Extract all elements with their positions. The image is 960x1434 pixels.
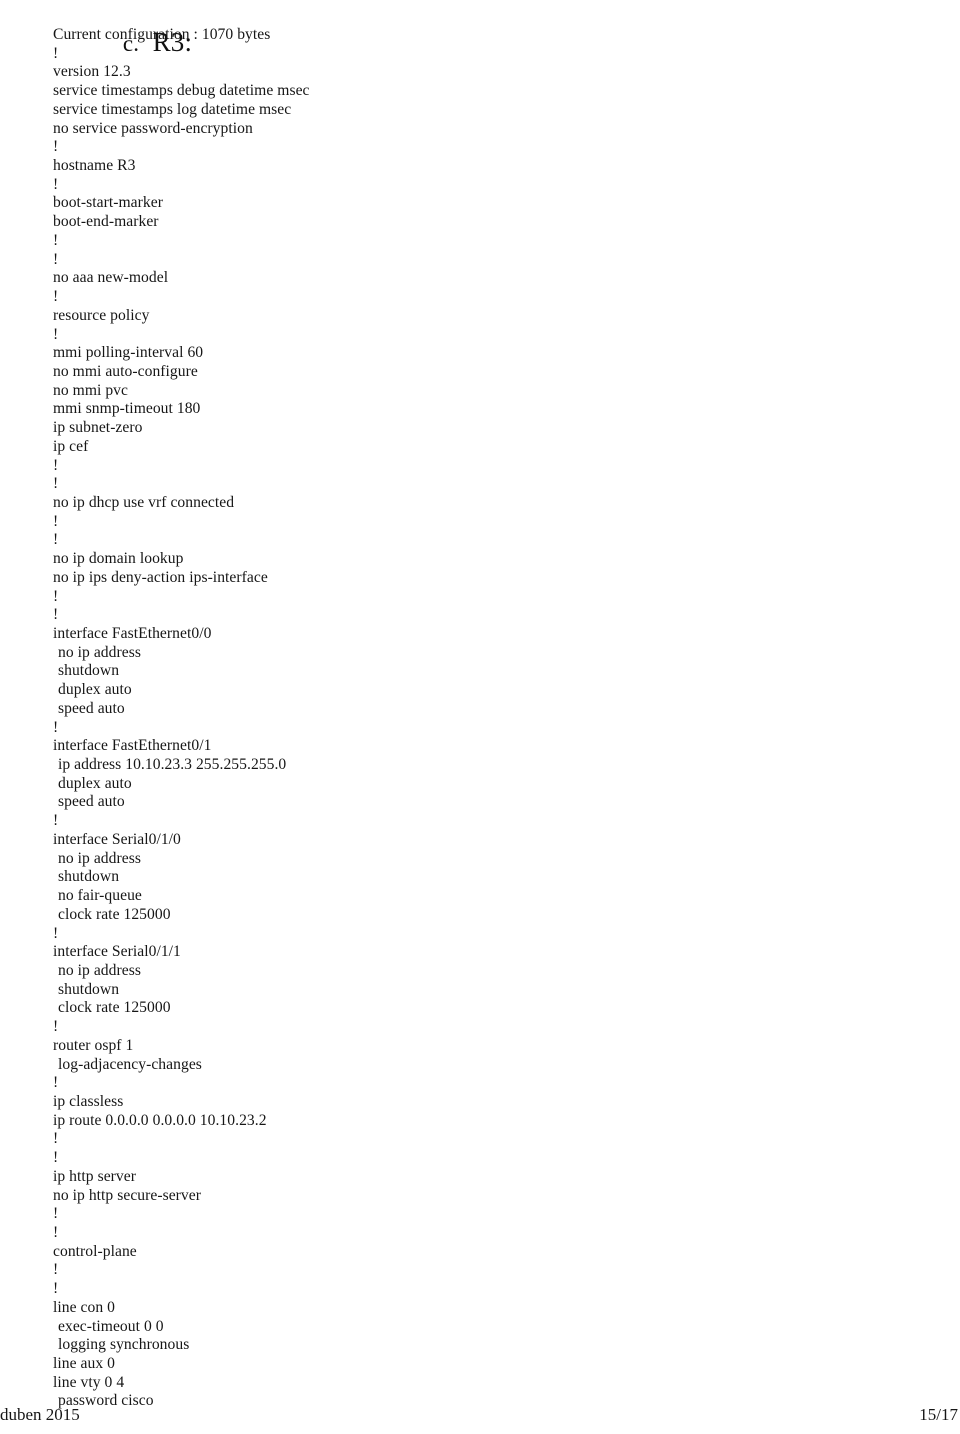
config-line: no ip domain lookup — [53, 550, 184, 568]
config-separator-line: ! — [53, 138, 59, 156]
config-line: interface Serial0/1/0 — [53, 830, 181, 848]
config-separator-line: ! — [53, 1224, 59, 1241]
config-line: line con 0 — [53, 1298, 115, 1316]
config-separator-line: ! — [53, 250, 59, 268]
config-line: router ospf 1 — [53, 1036, 134, 1054]
config-separator-line: ! — [53, 456, 59, 474]
config-line: no service password-encryption — [53, 119, 253, 137]
config-separator-line: ! — [53, 924, 59, 942]
config-line: line vty 0 4 — [53, 1373, 125, 1391]
config-separator-line: ! — [53, 1205, 59, 1223]
config-line: no ip address — [58, 961, 141, 979]
config-line: log-adjacency-changes — [58, 1055, 202, 1073]
config-line: clock rate 125000 — [58, 905, 171, 923]
config-line: interface FastEthernet0/1 — [53, 737, 212, 755]
config-listing: Current configuration : 1070 bytes! versi… — [53, 26, 753, 1411]
config-separator-line: ! — [53, 288, 59, 306]
config-line: no ip dhcp use vrf connected — [53, 493, 235, 511]
config-line: speed auto — [58, 699, 125, 717]
config-line: hostname R3 — [53, 157, 136, 175]
config-line: line aux 0 — [53, 1355, 115, 1373]
config-line: ip http server — [53, 1167, 136, 1185]
config-line: no aaa new-model — [53, 269, 169, 287]
config-line: boot-end-marker — [53, 213, 159, 231]
document-page: c. R3: Current configuration : 1070 byte… — [0, 0, 960, 1434]
config-line: duplex auto — [58, 774, 132, 792]
config-line: no mmi pvc — [53, 381, 128, 399]
config-line: service timestamps log datetime msec — [53, 100, 292, 118]
config-separator-line: ! — [53, 475, 59, 493]
config-separator-line: ! — [53, 44, 59, 62]
config-line: no ip address — [58, 849, 141, 867]
footer-page-number: 15/17 — [919, 1405, 958, 1424]
config-line: mmi polling-interval 60 — [53, 344, 204, 362]
config-separator-line: ! — [53, 1074, 59, 1092]
config-line: Current configuration : 1070 bytes — [53, 26, 271, 43]
config-line: no ip address — [58, 643, 141, 661]
config-line: ip route 0.0.0.0 0.0.0.0 10.10.23.2 — [53, 1111, 267, 1129]
config-separator-line: ! — [53, 1261, 59, 1279]
config-line: no ip http secure-server — [53, 1186, 201, 1204]
config-separator-line: ! — [53, 1130, 59, 1148]
config-separator-line: ! — [53, 1018, 59, 1036]
config-line: interface FastEthernet0/0 — [53, 625, 212, 642]
config-separator-line: ! — [53, 718, 59, 736]
config-separator-line: ! — [53, 1149, 59, 1167]
config-separator-line: ! — [53, 175, 59, 193]
config-line: resource policy — [53, 306, 150, 324]
config-line: clock rate 125000 — [58, 999, 171, 1017]
config-separator-line: ! — [53, 231, 59, 249]
config-line: ip cef — [53, 437, 89, 455]
config-line: control-plane — [53, 1242, 137, 1260]
config-line: exec-timeout 0 0 — [58, 1317, 164, 1335]
config-line: boot-start-marker — [53, 194, 163, 212]
config-line: version 12.3 — [53, 63, 131, 81]
config-line: shutdown — [58, 868, 120, 886]
config-line: mmi snmp-timeout 180 — [53, 400, 201, 418]
config-line: no ip ips deny-action ips-interface — [53, 568, 268, 586]
config-line: duplex auto — [58, 681, 132, 699]
page-footer: duben 2015 15/17 — [0, 1402, 960, 1428]
config-line: shutdown — [58, 662, 120, 680]
config-line: service timestamps debug datetime msec — [53, 82, 310, 100]
config-line: speed auto — [58, 793, 125, 811]
config-line: interface Serial0/1/1 — [53, 943, 181, 961]
config-separator-line: ! — [53, 1280, 59, 1298]
config-line: ip classless — [53, 1092, 124, 1110]
config-line: ip address 10.10.23.3 255.255.255.0 — [58, 756, 287, 774]
config-line: ip subnet-zero — [53, 419, 143, 437]
config-line: no fair-queue — [58, 887, 142, 905]
config-line: no mmi auto-configure — [53, 362, 198, 380]
config-line: logging synchronous — [58, 1336, 190, 1354]
footer-date: duben 2015 — [0, 1405, 80, 1424]
config-separator-line: ! — [53, 325, 59, 343]
config-separator-line: ! — [53, 606, 59, 624]
config-line: shutdown — [58, 980, 120, 998]
config-separator-line: ! — [53, 512, 59, 530]
config-separator-line: ! — [53, 812, 59, 830]
config-separator-line: ! — [53, 587, 59, 605]
config-separator-line: ! — [53, 531, 59, 549]
